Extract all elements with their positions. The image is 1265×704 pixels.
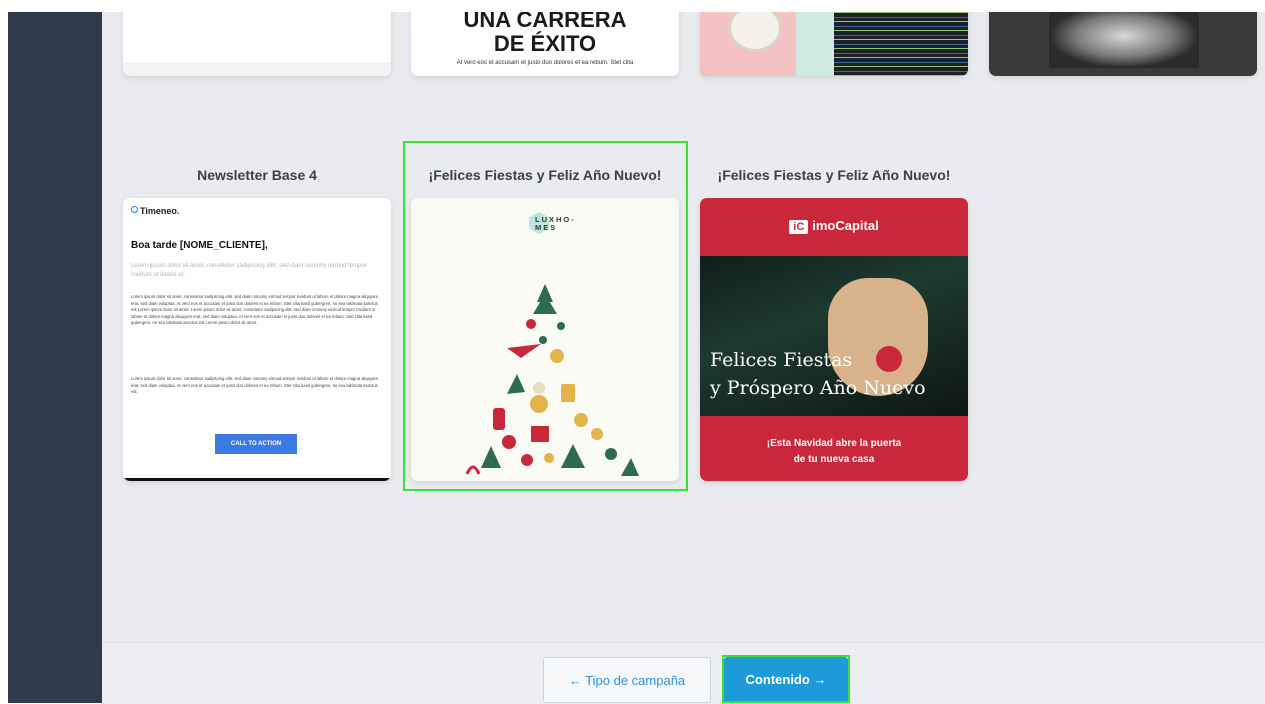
card-image-mint: [796, 12, 834, 76]
card-bottom-bar: [123, 478, 391, 481]
brand-name: Timeneo.: [140, 206, 180, 216]
sneaker-image: [1049, 12, 1199, 68]
ic-badge-icon: iC: [789, 220, 809, 234]
brand-name: imoCapital: [812, 218, 879, 233]
promo-line1: ¡Esta Navidad abre la puerta: [766, 438, 902, 449]
sidebar: [8, 12, 102, 703]
template-card-imocapital[interactable]: iC imoCapital Felices Fiestas y Próspero …: [700, 198, 968, 481]
template-title-1: Newsletter Base 4: [197, 167, 317, 183]
template-card-top-4[interactable]: [989, 12, 1257, 76]
template-card-newsletter-base-4[interactable]: Timeneo. Boa tarde [NOME_CLIENTE], Lorem…: [123, 198, 391, 481]
logo-icon: [131, 206, 138, 213]
card-footer: [123, 62, 391, 76]
greeting: Boa tarde [NOME_CLIENTE],: [131, 240, 268, 251]
next-button-highlight: [722, 655, 850, 703]
body-text-2: Lorem ipsum dolor sit amet, consetetur s…: [131, 376, 378, 394]
card-text: At vero eos et accusam et justo duo dolo…: [456, 60, 634, 66]
code-image: [834, 12, 968, 76]
timeneo-logo: Timeneo.: [131, 206, 179, 216]
imocapital-logo: iC imoCapital: [700, 218, 968, 234]
card-heading-line2: DE ÉXITO: [493, 31, 597, 56]
headline-line1: Felices Fiestas: [710, 349, 853, 371]
headline: Felices Fiestas y Próspero Año Nuevo: [710, 346, 926, 402]
body-text-1: Lorem ipsum dolor sit amet, consetetur s…: [131, 294, 378, 325]
christmas-tree-illustration: [465, 284, 639, 476]
headline-line2: y Próspero Año Nuevo: [710, 377, 926, 399]
template-card-christmas-tree[interactable]: LUXHO-MES: [411, 198, 679, 481]
call-to-action-button: CALL TO ACTION: [215, 434, 297, 454]
card-heading: UNA CARRERA DE ÉXITO: [411, 12, 679, 56]
template-card-top-3[interactable]: [700, 12, 968, 76]
promo-line2: de tu nueva casa: [793, 454, 875, 465]
ornaments: [465, 284, 639, 476]
back-button[interactable]: ← Tipo de campaña: [543, 657, 711, 703]
promo-text: ¡Esta Navidad abre la puerta de tu nueva…: [700, 436, 968, 468]
lead-text: Lorem ipsum dolor sit amet, consetetur s…: [131, 263, 367, 278]
template-card-top-1[interactable]: [123, 12, 391, 76]
card-heading-line1: UNA CARRERA: [463, 12, 627, 32]
template-title-3: ¡Felices Fiestas y Feliz Año Nuevo!: [717, 167, 951, 183]
moose-ornament-photo: Felices Fiestas y Próspero Año Nuevo: [700, 256, 968, 416]
template-card-top-2[interactable]: UNA CARRERA DE ÉXITO At vero eos et accu…: [411, 12, 679, 76]
